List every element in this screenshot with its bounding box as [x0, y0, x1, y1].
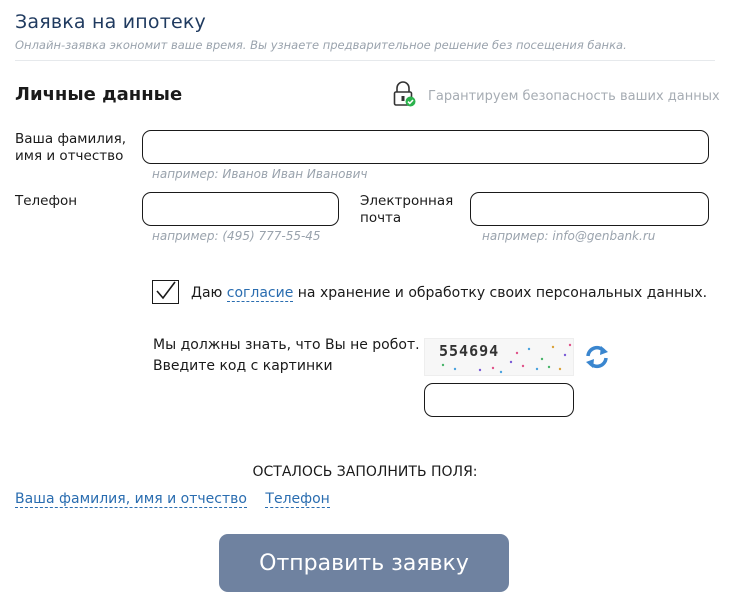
consent-checkbox[interactable]: [152, 280, 179, 304]
email-hint: например: info@genbank.ru: [482, 229, 656, 243]
consent-link[interactable]: согласие: [226, 285, 294, 302]
submit-button[interactable]: Отправить заявку: [219, 534, 509, 592]
phone-hint: например: (495) 777-55-45: [152, 229, 321, 243]
checkmark-icon: [156, 281, 176, 300]
email-input[interactable]: [470, 192, 709, 226]
security-note: Гарантируем безопасность ваших данных: [392, 81, 720, 111]
captcha-input[interactable]: [424, 383, 574, 417]
captcha-line1: Мы должны знать, что Вы не робот.: [153, 337, 420, 353]
phone-label: Телефон: [15, 193, 78, 209]
captcha-code: 554694: [439, 342, 500, 360]
divider: [15, 60, 715, 61]
lock-check-icon: [392, 81, 416, 111]
fio-hint: например: Иванов Иван Иванович: [152, 167, 368, 181]
consent-prefix: Даю: [191, 285, 223, 301]
fio-input[interactable]: [142, 130, 709, 164]
security-note-text: Гарантируем безопасность ваших данных: [428, 88, 720, 104]
phone-input[interactable]: [142, 192, 339, 226]
remaining-list: Ваша фамилия, имя и отчество Телефон: [15, 491, 344, 508]
captcha-image: 554694: [424, 338, 574, 376]
page-title: Заявка на ипотеку: [15, 11, 206, 33]
consent-suffix: на хранение и обработку своих персональн…: [297, 285, 708, 301]
remaining-item-fio[interactable]: Ваша фамилия, имя и отчество: [15, 491, 247, 508]
fio-label: Ваша фамилия, имя и отчество: [15, 131, 127, 164]
remaining-item-phone[interactable]: Телефон: [265, 491, 330, 508]
page-subtitle: Онлайн-заявка экономит ваше время. Вы уз…: [15, 38, 627, 52]
remaining-title: ОСТАЛОСЬ ЗАПОЛНИТЬ ПОЛЯ:: [252, 464, 478, 480]
consent-text: Даю согласие на хранение и обработку сво…: [191, 285, 708, 302]
email-label: Электронная почта: [360, 193, 454, 226]
section-title: Личные данные: [15, 84, 183, 105]
refresh-icon[interactable]: [583, 343, 611, 371]
captcha-line2: Введите код с картинки: [153, 358, 333, 374]
captcha-label: Мы должны знать, что Вы не робот. Введит…: [153, 335, 420, 377]
